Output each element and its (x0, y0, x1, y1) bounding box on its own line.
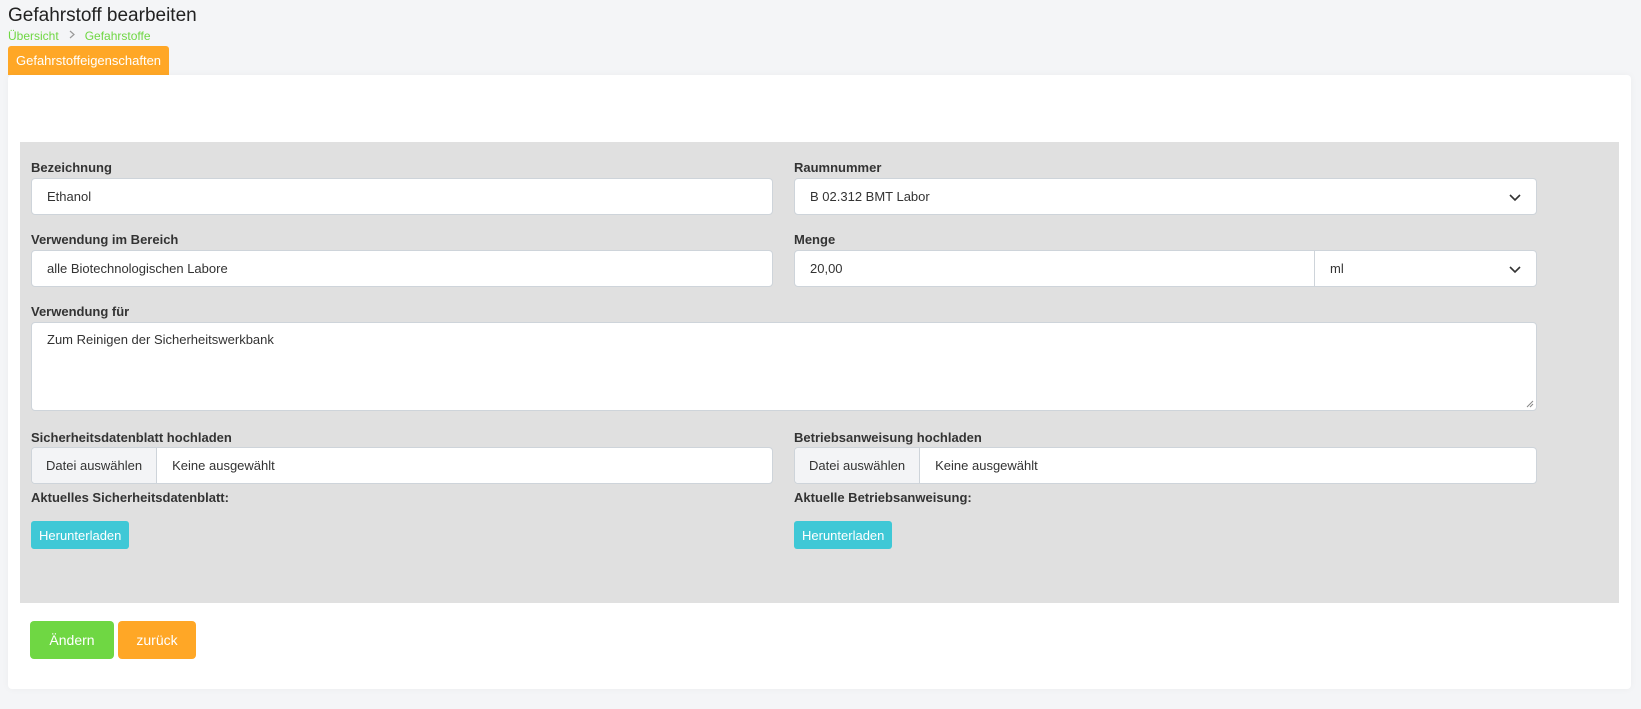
bezeichnung-value: Ethanol (47, 189, 92, 204)
chevron-right-icon (69, 30, 75, 42)
chevron-down-icon (1509, 193, 1521, 201)
form-panel: Bezeichnung Ethanol Raumnummer B 02.312 … (20, 142, 1619, 603)
current-ba-label: Aktuelle Betriebsanweisung: (794, 490, 972, 505)
sdb-file-input[interactable]: Datei auswählen Keine ausgewählt (31, 447, 773, 484)
verwendung-value: Zum Reinigen der Sicherheitswerkbank (47, 332, 274, 347)
sdb-choose-file-button[interactable]: Datei auswählen (32, 448, 158, 483)
raumnummer-label: Raumnummer (794, 160, 882, 175)
bereich-label: Verwendung im Bereich (31, 232, 179, 247)
change-button[interactable]: Ändern (30, 621, 114, 659)
raumnummer-value: B 02.312 BMT Labor (810, 189, 930, 204)
resize-handle-icon[interactable] (1526, 400, 1534, 408)
form-card: Bezeichnung Ethanol Raumnummer B 02.312 … (8, 75, 1631, 689)
ba-choose-file-button[interactable]: Datei auswählen (795, 448, 921, 483)
download-sdb-button[interactable]: Herunterladen (31, 521, 130, 549)
raumnummer-select[interactable]: B 02.312 BMT Labor (794, 178, 1537, 215)
menge-value: 20,00 (810, 261, 843, 276)
unit-select[interactable]: ml (1314, 250, 1537, 287)
verwendung-label: Verwendung für (31, 304, 130, 319)
breadcrumb: Übersicht Gefahrstoffe (8, 29, 151, 43)
ba-file-name: Keine ausgewählt (935, 458, 1038, 473)
menge-label: Menge (794, 232, 836, 247)
sdb-file-name: Keine ausgewählt (172, 458, 275, 473)
current-sdb-label: Aktuelles Sicherheitsdatenblatt: (31, 490, 229, 505)
bereich-input[interactable]: alle Biotechnologischen Labore (31, 250, 773, 287)
chevron-down-icon (1509, 265, 1521, 273)
verwendung-textarea[interactable]: Zum Reinigen der Sicherheitswerkbank (31, 322, 1537, 411)
bereich-value: alle Biotechnologischen Labore (47, 261, 228, 276)
tab-properties[interactable]: Gefahrstoffeigenschaften (8, 46, 170, 75)
ba-upload-label: Betriebsanweisung hochladen (794, 430, 982, 445)
breadcrumb-link-hazardous-substances[interactable]: Gefahrstoffe (85, 29, 151, 43)
breadcrumb-link-overview[interactable]: Übersicht (8, 29, 59, 43)
bezeichnung-label: Bezeichnung (31, 160, 112, 175)
back-button[interactable]: zurück (118, 621, 196, 659)
ba-file-input[interactable]: Datei auswählen Keine ausgewählt (794, 447, 1537, 484)
download-ba-button[interactable]: Herunterladen (794, 521, 893, 549)
page-title: Gefahrstoff bearbeiten (8, 5, 197, 26)
menge-input[interactable]: 20,00 (794, 250, 1316, 287)
sdb-upload-label: Sicherheitsdatenblatt hochladen (31, 430, 232, 445)
unit-value: ml (1330, 261, 1344, 276)
bezeichnung-input[interactable]: Ethanol (31, 178, 773, 215)
